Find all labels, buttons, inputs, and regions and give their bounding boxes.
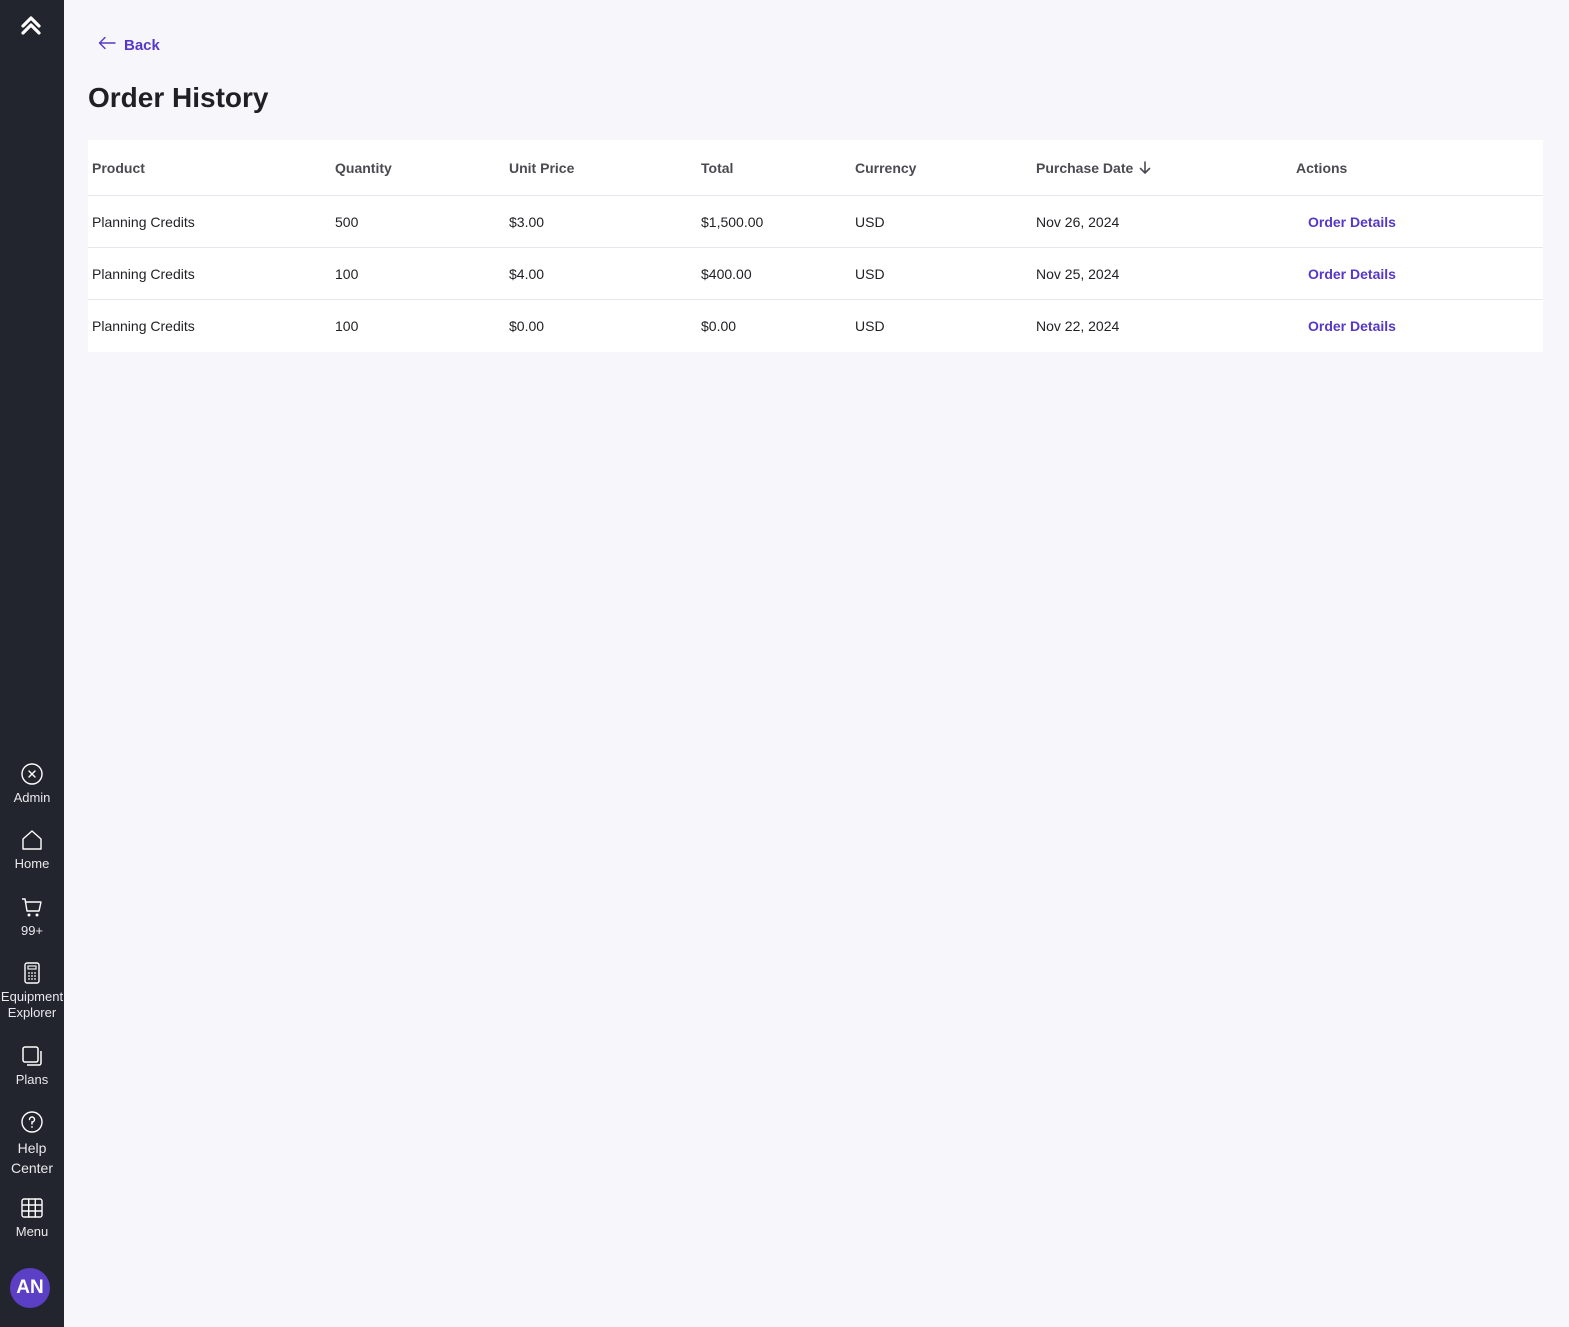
sidebar-item-admin[interactable]: Admin [0, 758, 64, 824]
column-header-product[interactable]: Product [92, 140, 145, 195]
sidebar-item-plans[interactable]: Plans [0, 1040, 64, 1106]
sidebar-item-help-center[interactable]: Help Center [0, 1106, 64, 1192]
cart-count-badge: 99+ [20, 923, 44, 938]
column-header-quantity[interactable]: Quantity [335, 140, 392, 195]
sidebar-item-label: Plans [15, 1072, 49, 1087]
column-header-purchase-date[interactable]: Purchase Date [1036, 140, 1151, 195]
cell-quantity: 100 [335, 265, 359, 282]
arrow-left-icon [98, 36, 116, 54]
avatar[interactable]: AN [10, 1268, 50, 1308]
sidebar-item-cart[interactable]: 99+ [0, 891, 64, 957]
cell-currency: USD [855, 318, 885, 334]
copy-icon [20, 1044, 44, 1068]
sidebar-nav: Admin Home 99+ Equipment Explorer Plans [0, 758, 64, 1252]
sidebar-item-home[interactable]: Home [0, 824, 64, 891]
cell-unit-price: $4.00 [509, 265, 545, 282]
table-row: Planning Credits 100 $0.00 $0.00 USD Nov… [88, 300, 1543, 352]
sidebar-item-label: Equipment Explorer [0, 989, 64, 1020]
table-row: Planning Credits 100 $4.00 $400.00 USD N… [88, 248, 1543, 300]
sidebar-item-label: Home [14, 856, 50, 871]
sidebar-item-label: Help Center [10, 1140, 54, 1176]
order-details-link[interactable]: Order Details [1308, 248, 1396, 299]
cell-purchase-date: Nov 22, 2024 [1036, 318, 1120, 334]
column-header-currency[interactable]: Currency [855, 140, 916, 195]
back-button[interactable]: Back [98, 34, 160, 56]
cell-total: $0.00 [701, 318, 737, 334]
order-history-table: Product Quantity Unit Price Total Curren… [88, 140, 1543, 352]
cell-product: Planning Credits [92, 213, 195, 230]
cell-product: Planning Credits [92, 265, 195, 282]
cell-total: $1,500.00 [701, 213, 764, 230]
sidebar-item-label: Admin [13, 790, 51, 805]
sidebar-item-menu[interactable]: Menu [0, 1192, 64, 1252]
cell-product: Planning Credits [92, 318, 195, 334]
calculator-icon [20, 961, 44, 985]
cell-currency: USD [855, 265, 885, 282]
sidebar-item-label: Menu [15, 1224, 49, 1239]
cell-quantity: 500 [335, 213, 359, 230]
close-circle-icon [20, 762, 44, 786]
order-details-link[interactable]: Order Details [1308, 196, 1396, 247]
page-title: Order History [88, 82, 269, 113]
cart-icon [20, 895, 44, 919]
cell-quantity: 100 [335, 318, 359, 334]
cell-unit-price: $3.00 [509, 213, 545, 230]
help-icon [20, 1110, 44, 1134]
home-icon [20, 828, 44, 852]
sidebar: Admin Home 99+ Equipment Explorer Plans [0, 0, 64, 1327]
back-label: Back [124, 36, 160, 54]
column-header-actions: Actions [1296, 159, 1348, 176]
table-row: Planning Credits 500 $3.00 $1,500.00 USD… [88, 196, 1543, 248]
table-header-row: Product Quantity Unit Price Total Curren… [88, 140, 1543, 196]
order-details-link[interactable]: Order Details [1308, 300, 1396, 352]
cell-purchase-date: Nov 25, 2024 [1036, 265, 1120, 282]
sort-descending-icon[interactable] [1139, 160, 1151, 175]
grid-icon [20, 1196, 44, 1220]
cell-currency: USD [855, 213, 885, 230]
sidebar-item-equipment-explorer[interactable]: Equipment Explorer [0, 957, 64, 1040]
column-header-label: Purchase Date [1036, 159, 1134, 176]
cell-total: $400.00 [701, 265, 752, 282]
app-logo-icon[interactable] [16, 12, 46, 40]
cell-unit-price: $0.00 [509, 318, 545, 334]
column-header-unit-price[interactable]: Unit Price [509, 140, 574, 195]
cell-purchase-date: Nov 26, 2024 [1036, 213, 1120, 230]
column-header-total[interactable]: Total [701, 140, 733, 195]
